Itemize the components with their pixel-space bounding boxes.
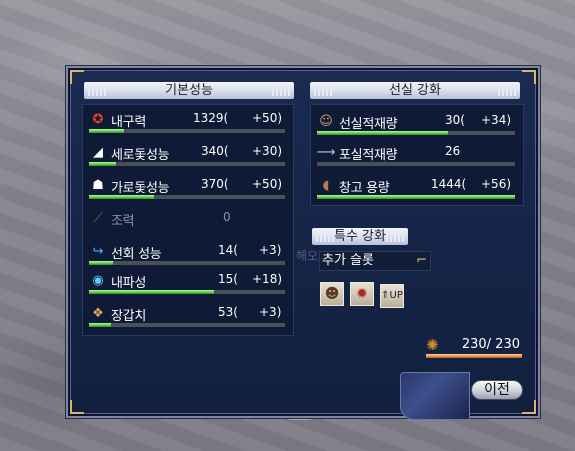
stat-bar	[89, 162, 285, 166]
stat-value: 1329(	[193, 111, 229, 125]
crew-bar-fill	[426, 354, 522, 358]
previous-button[interactable]: 이전	[471, 380, 523, 400]
stat-label: 선실적재량	[339, 117, 398, 132]
cabin-upgrade-header: 선실 강화	[310, 82, 520, 99]
stat-bonus: +34)	[481, 113, 512, 127]
sailor-icon: ☺	[319, 113, 333, 129]
stat-bonus: +50)	[252, 111, 283, 125]
barrel-icon: ◖	[322, 177, 330, 193]
crew-status: ✺ 230/ 230	[426, 336, 522, 358]
stat-label: 내구력	[111, 115, 146, 130]
basic-performance-header: 기본성능	[84, 82, 294, 99]
stat-bar	[89, 290, 285, 294]
panel-corner-ornament	[70, 400, 84, 414]
panel-corner-ornament	[522, 70, 536, 84]
special-items: ☻ ✹ ⇑UP	[320, 282, 410, 308]
stat-bonus: +18)	[252, 272, 283, 286]
stat-bar-fill	[89, 129, 125, 133]
stat-row-durability: ✪ 내구력 1329( +50)	[89, 109, 289, 133]
stat-bar-fill	[317, 195, 515, 199]
cannon-icon: ⟶	[316, 144, 336, 160]
stat-bar-fill	[89, 323, 111, 327]
crew-wheel-icon: ✺	[426, 336, 439, 354]
stat-bar	[89, 323, 285, 327]
stat-value: 30(	[445, 113, 465, 127]
stat-bar-fill	[89, 261, 113, 265]
stat-label: 창고 용량	[339, 181, 390, 196]
stat-label: 장갑치	[111, 309, 146, 324]
stat-value: 14(	[218, 243, 238, 257]
stat-bonus: +56)	[481, 177, 512, 191]
upgrade-icon[interactable]: ⇑UP	[380, 284, 404, 308]
background-watermark-text: 해오	[296, 249, 319, 263]
stat-bonus: +3)	[259, 243, 282, 257]
stat-row-wave-resistance: ◉ 내파성 15( +18)	[89, 270, 289, 294]
stat-bar	[317, 162, 515, 166]
crew-value: 230/ 230	[461, 337, 520, 352]
stat-row-turning: ↪ 선회 성능 14( +3)	[89, 241, 289, 265]
horizontal-sail-icon: ☗	[92, 177, 104, 193]
stat-value: 0	[223, 210, 231, 224]
window-ornament	[400, 372, 470, 420]
wave-icon: ◉	[92, 272, 104, 288]
stat-value: 26	[445, 144, 461, 158]
stat-bar-fill	[317, 131, 448, 135]
stat-row-storage-capacity: ◖ 창고 용량 1444( +56)	[317, 175, 519, 199]
stat-row-cabin-capacity: ☺ 선실적재량 30( +34)	[317, 111, 519, 135]
musket-icon: ⌐	[416, 253, 427, 268]
stat-row-horizontal-sail: ☗ 가로돛성능 370( +50)	[89, 175, 289, 199]
armor-icon: ❖	[92, 305, 104, 321]
stat-value: 15(	[218, 272, 238, 286]
stat-bar-fill	[89, 162, 117, 166]
turning-icon: ↪	[92, 243, 104, 259]
durability-icon: ✪	[92, 111, 104, 127]
stat-bar-fill	[89, 195, 154, 199]
figure-icon[interactable]: ☻	[320, 282, 344, 306]
stat-label: 포실적재량	[339, 148, 398, 163]
stat-bar	[317, 195, 515, 199]
special-upgrade-header: 특수 강화	[312, 228, 408, 245]
stat-label: 가로돛성능	[111, 181, 170, 196]
extra-slot-label: 추가 슬롯	[322, 253, 374, 268]
stat-bar-fill	[89, 290, 215, 294]
basic-performance-section: ✪ 내구력 1329( +50) ◢ 세로돛성능 340( +30) ☗ 가로돛…	[82, 104, 294, 336]
stat-bar	[89, 195, 285, 199]
cabin-upgrade-section: ☺ 선실적재량 30( +34) ⟶ 포실적재량 26 ◖ 창고 용량 1444…	[310, 104, 524, 206]
stat-value: 370(	[201, 177, 229, 191]
stat-label: 세로돛성능	[111, 148, 170, 163]
stat-bonus: +3)	[259, 305, 282, 319]
stat-row-vertical-sail: ◢ 세로돛성능 340( +30)	[89, 142, 289, 166]
stat-value: 340(	[201, 144, 229, 158]
stat-bar	[89, 129, 285, 133]
panel-corner-ornament	[522, 400, 536, 414]
stat-value: 53(	[218, 305, 238, 319]
crew-bar	[426, 354, 522, 358]
stat-value: 1444(	[431, 177, 467, 191]
stat-row-cannon-capacity: ⟶ 포실적재량 26	[316, 142, 519, 166]
stat-bar	[317, 131, 515, 135]
panel-corner-ornament	[70, 70, 84, 84]
stat-bonus: +50)	[252, 177, 283, 191]
bomb-icon[interactable]: ✹	[350, 282, 374, 306]
extra-slot-row[interactable]: 추가 슬롯 ⌐	[319, 251, 431, 271]
stat-row-rowing: ⟋ 조력 0	[89, 208, 289, 230]
stat-label: 선회 성능	[111, 247, 162, 262]
rowing-icon: ⟋	[93, 210, 103, 226]
stat-bar	[89, 261, 285, 265]
stat-label: 조력	[111, 214, 135, 229]
stat-row-armor: ❖ 장갑치 53( +3)	[89, 303, 289, 327]
stat-label: 내파성	[111, 276, 146, 291]
stat-bonus: +30)	[252, 144, 283, 158]
vertical-sail-icon: ◢	[93, 144, 103, 160]
